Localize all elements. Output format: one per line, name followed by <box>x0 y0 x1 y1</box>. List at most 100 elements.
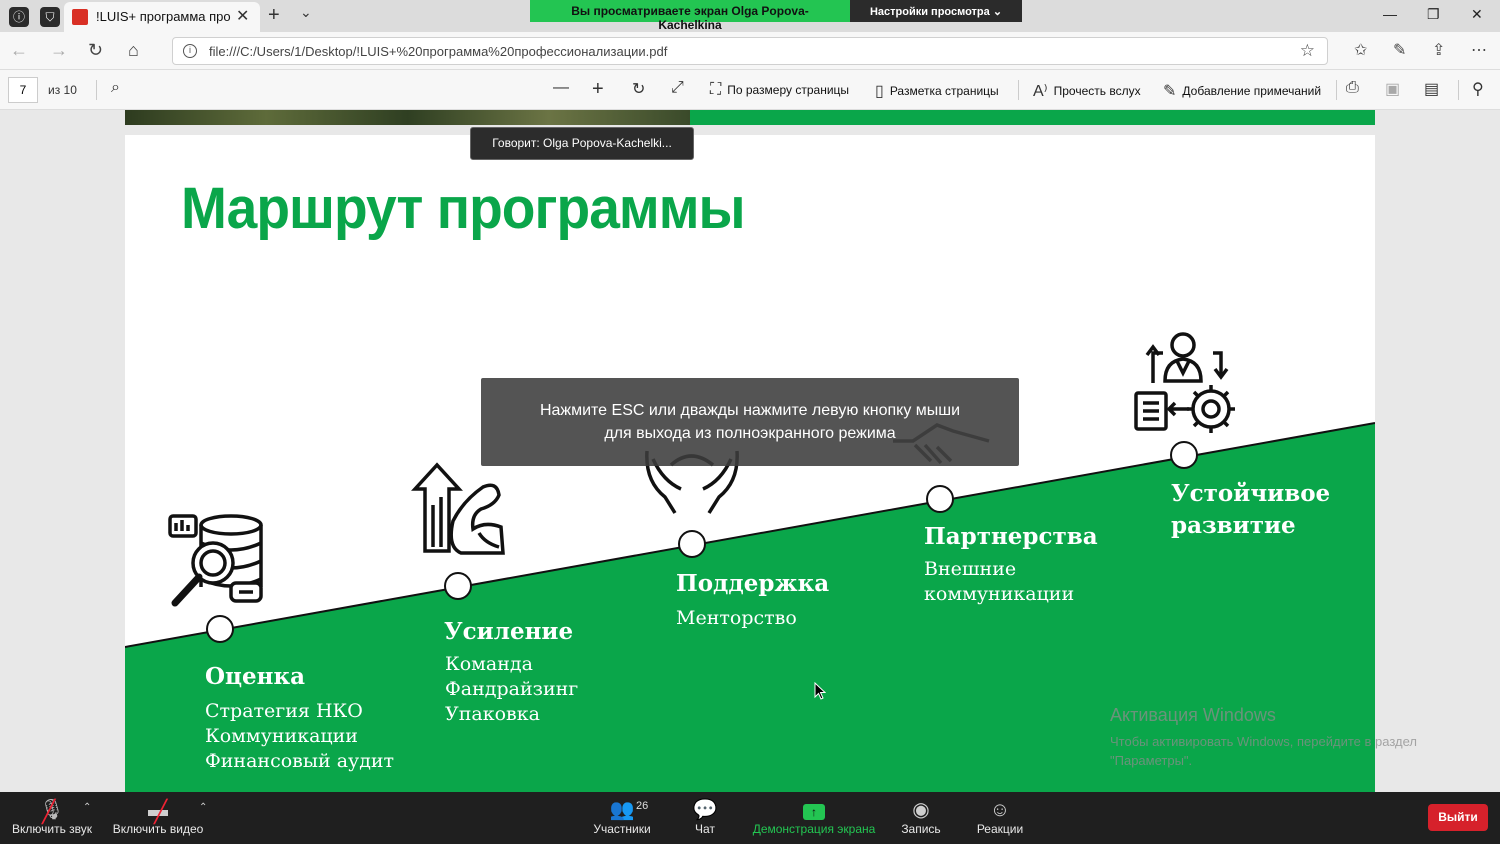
stage-item: Коммуникации <box>205 725 358 747</box>
home-icon[interactable]: ⌂ <box>128 40 139 61</box>
start-video-label: Включить видео <box>112 822 204 836</box>
pin-icon[interactable]: ⚲ <box>1472 79 1484 99</box>
close-icon[interactable]: ✕ <box>236 6 249 26</box>
chevron-down-icon[interactable]: ⌄ <box>300 4 312 21</box>
participants-count: 26 <box>636 800 649 812</box>
browser-titlebar: ⓘ ⛉ !LUIS+ программа про ✕ + ⌄ Вы просма… <box>0 0 1500 32</box>
close-window-icon[interactable]: ✕ <box>1471 6 1483 23</box>
fit-page-label: По размеру страницы <box>727 83 850 97</box>
zoom-out-icon[interactable]: — <box>553 79 569 97</box>
share-status-label: Вы просматриваете экран Olga Popova-Kach… <box>530 0 850 32</box>
fit-page-icon: ⛶ <box>710 81 722 98</box>
reactions-icon: ☺ <box>989 799 1011 821</box>
stage-item: Команда <box>445 653 533 675</box>
unmute-button[interactable]: 🎙 ╱ Включить звук <box>10 798 94 836</box>
info-icon[interactable]: ⓘ <box>9 7 29 27</box>
divider <box>96 80 97 100</box>
pen-icon: ✎ <box>1163 83 1177 100</box>
slide-title: Маршрут программы <box>181 176 746 241</box>
more-icon[interactable]: ⋯ <box>1471 40 1487 60</box>
refresh-icon[interactable]: ↻ <box>88 40 103 61</box>
stage-title: Устойчивое <box>1171 480 1331 507</box>
save-icon[interactable]: ▣ <box>1385 79 1400 99</box>
site-info-icon[interactable]: i <box>183 44 197 58</box>
restore-icon[interactable]: ❐ <box>1427 6 1440 23</box>
audio-options-caret-icon[interactable]: ⌃ <box>83 802 91 813</box>
stage-item: Фандрайзинг <box>445 678 579 700</box>
stage-title: Поддержка <box>676 570 830 597</box>
mouse-cursor-icon <box>814 682 826 700</box>
stage-title: Партнерства <box>924 523 1098 550</box>
video-off-icon: ▬ ╱ <box>148 799 168 824</box>
pen-icon[interactable]: ✎ <box>1393 40 1406 60</box>
favorite-star-icon[interactable]: ☆ <box>1300 41 1315 61</box>
shield-icon[interactable]: ⛉ <box>40 7 60 27</box>
record-button[interactable]: ◉ Запись <box>900 798 942 836</box>
address-input[interactable]: i file:///C:/Users/1/Desktop/!LUIS+%20пр… <box>172 37 1328 65</box>
watermark-line: "Параметры". <box>1110 753 1193 768</box>
page-total: из 10 <box>48 83 77 97</box>
sustainability-process-icon <box>1134 332 1235 433</box>
stage-item: Менторство <box>676 607 797 629</box>
share-screen-label: Демонстрация экрана <box>752 822 876 836</box>
chat-label: Чат <box>695 822 715 836</box>
participants-label: Участники <box>593 822 651 836</box>
fullscreen-icon[interactable]: ⤢ <box>671 79 684 97</box>
stage-item: Финансовый аудит <box>205 750 395 772</box>
read-aloud-icon: A⁾ <box>1033 83 1048 100</box>
start-video-button[interactable]: ▬ ╱ Включить видео <box>112 798 204 836</box>
hint-line: для выхода из полноэкранного режима <box>604 425 896 442</box>
add-notes-button[interactable]: ✎ Добавление примечаний <box>1163 81 1321 101</box>
rotate-icon[interactable]: ↻ <box>632 79 645 99</box>
video-options-caret-icon[interactable]: ⌃ <box>199 802 207 813</box>
zoom-control-bar: 🎙 ╱ Включить звук ⌃ ▬ ╱ Включить видео ⌃ 👥… <box>0 792 1500 844</box>
browser-tab[interactable]: !LUIS+ программа про ✕ <box>64 2 260 32</box>
read-aloud-button[interactable]: A⁾ Прочесть вслух <box>1033 81 1141 101</box>
windows-activation-watermark: Активация Windows Чтобы активировать Win… <box>1110 705 1417 770</box>
divider <box>1336 80 1337 100</box>
stage-item: Упаковка <box>445 703 540 725</box>
stage-marker <box>206 615 234 643</box>
add-notes-label: Добавление примечаний <box>1182 84 1322 98</box>
share-screen-button[interactable]: ↑ Демонстрация экрана <box>752 798 876 836</box>
divider <box>1458 80 1459 100</box>
divider <box>1018 80 1019 100</box>
audit-database-icon <box>168 514 263 607</box>
print-icon[interactable]: ⎙ <box>1346 79 1359 97</box>
stage-title: Усиление <box>444 618 574 645</box>
page-layout-button[interactable]: ▯ Разметка страницы <box>875 81 999 101</box>
forward-icon[interactable]: → <box>50 40 68 61</box>
chat-button[interactable]: 💬 Чат <box>690 798 720 836</box>
page-number-input[interactable]: 7 <box>8 77 38 103</box>
read-aloud-label: Прочесть вслух <box>1053 84 1141 98</box>
view-settings-button[interactable]: Настройки просмотра ⌄ <box>850 0 1022 22</box>
growth-strength-icon <box>411 462 505 555</box>
plus-icon[interactable]: + <box>268 4 280 27</box>
stage-item: Стратегия НКО <box>205 700 363 722</box>
hint-line: Нажмите ESC или дважды нажмите левую кно… <box>539 402 961 419</box>
unmute-label: Включить звук <box>11 822 93 836</box>
stage-title-line2: развитие <box>1171 512 1296 539</box>
tab-title: !LUIS+ программа про <box>96 9 231 24</box>
back-icon[interactable]: ← <box>10 40 28 61</box>
stage-marker <box>926 485 954 513</box>
leave-button[interactable]: Выйти <box>1428 804 1488 831</box>
watermark-line: Чтобы активировать Windows, перейдите в … <box>1110 734 1417 749</box>
muted-mic-icon: 🎙 ╱ <box>39 799 65 824</box>
fit-page-button[interactable]: ⛶ По размеру страницы <box>710 81 849 99</box>
share-icon[interactable]: ⇪ <box>1432 40 1445 60</box>
previous-slide-photo <box>125 110 690 125</box>
reactions-button[interactable]: ☺ Реакции <box>976 798 1024 836</box>
pdf-toolbar: 7 из 10 ⌕ — + ↻ ⤢ ⛶ По размеру страницы ▯… <box>0 70 1500 110</box>
zoom-in-icon[interactable]: + <box>592 78 604 101</box>
chat-icon: 💬 <box>692 799 718 821</box>
watermark-title: Активация Windows <box>1110 705 1276 725</box>
share-banner: Вы просматриваете экран Olga Popova-Kach… <box>530 0 1022 32</box>
favorites-icon[interactable]: ✩ <box>1354 40 1367 60</box>
stage-item: коммуникации <box>924 583 1075 605</box>
minimize-icon[interactable]: — <box>1383 6 1397 22</box>
save-as-icon[interactable]: ▤ <box>1424 79 1439 99</box>
record-label: Запись <box>901 822 941 836</box>
search-icon[interactable]: ⌕ <box>111 79 120 97</box>
stage-marker <box>1170 441 1198 469</box>
